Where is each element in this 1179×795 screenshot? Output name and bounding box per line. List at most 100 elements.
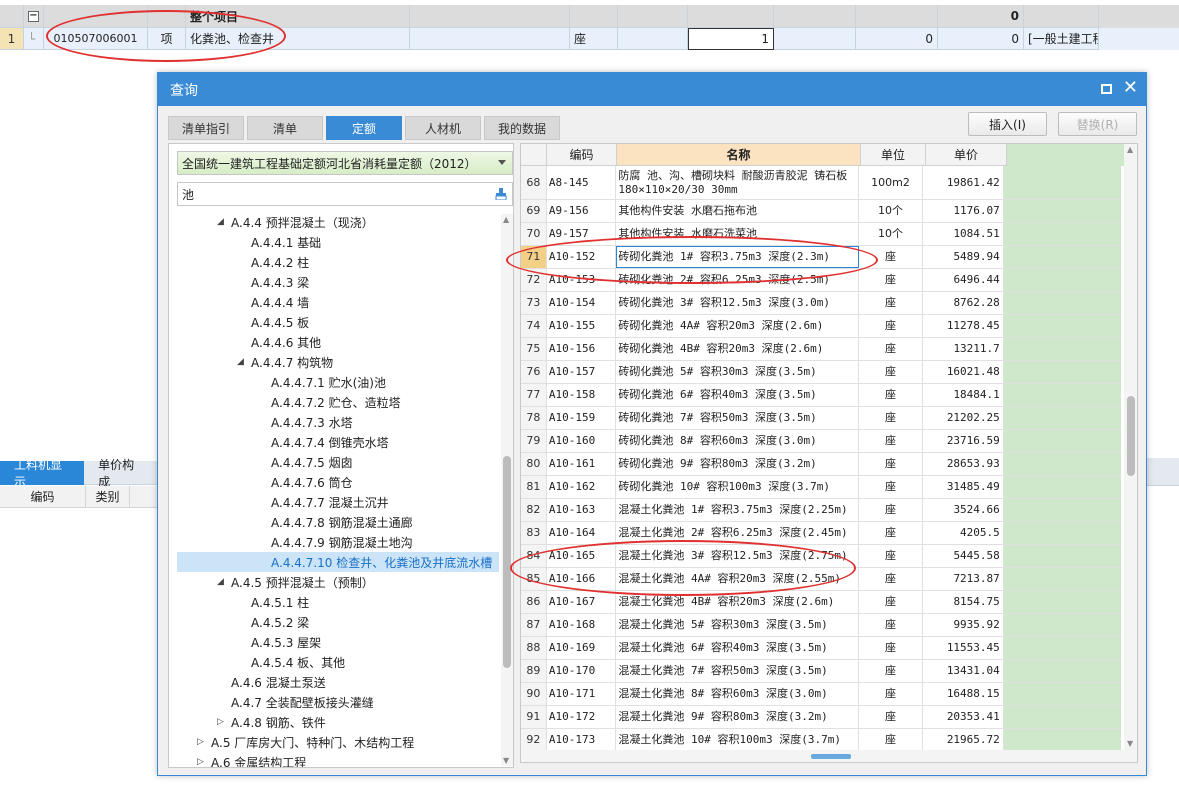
- tree-node[interactable]: A.4.4.2 柱: [169, 252, 309, 272]
- table-row[interactable]: 86 A10-167 混凝土化粪池 4B# 容积20m3 深度(2.6m) 座 8154…: [521, 591, 1121, 614]
- tree-node[interactable]: A.4.4.7.6 筒仓: [169, 472, 353, 492]
- insert-button[interactable]: 插入(I): [968, 112, 1047, 136]
- tree-node-label: A.4.4.1 基础: [251, 235, 322, 250]
- filter-brush-icon[interactable]: [495, 188, 507, 200]
- tree-node[interactable]: A.4.4.7.2 贮仓、造粒塔: [169, 392, 401, 412]
- table-row[interactable]: 85 A10-166 混凝土化粪池 4A# 容积20m3 深度(2.55m) 座 721…: [521, 568, 1121, 591]
- tree-node[interactable]: A.4.4.7.9 钢筋混凝土地沟: [169, 532, 413, 552]
- tree-node[interactable]: A.4.4.7.4 倒锥壳水塔: [169, 432, 389, 452]
- table-row[interactable]: 75 A10-156 砖砌化粪池 4B# 容积20m3 深度(2.6m) 座 13211…: [521, 338, 1121, 361]
- table-row[interactable]: 84 A10-165 混凝土化粪池 3# 容积12.5m3 深度(2.75m) 座 54…: [521, 545, 1121, 568]
- quota-price-cell: 6496.44: [923, 269, 1004, 291]
- table-row[interactable]: 77 A10-158 砖砌化粪池 6# 容积40m3 深度(3.5m) 座 18484.…: [521, 384, 1121, 407]
- tree-node[interactable]: A.4.4.5 板: [169, 312, 309, 332]
- quota-library-select[interactable]: 全国统一建筑工程基础定额河北省消耗量定额（2012）: [177, 151, 513, 175]
- expand-arrow-icon[interactable]: ▷: [197, 757, 211, 767]
- tab-list[interactable]: 清单: [247, 116, 323, 140]
- grid-scroll-thumb[interactable]: [1127, 396, 1135, 476]
- tree-node[interactable]: A.4.4.4 墙: [169, 292, 309, 312]
- maximize-icon[interactable]: [1101, 84, 1112, 94]
- tree-node[interactable]: A.4.5.3 屋架: [169, 632, 321, 652]
- expand-arrow-icon[interactable]: ▷: [217, 717, 231, 727]
- scroll-down-icon[interactable]: ▼: [1127, 739, 1133, 748]
- fill-cell: [1003, 706, 1121, 728]
- replace-button[interactable]: 替换(R): [1058, 112, 1137, 136]
- quota-name-cell: 混凝土化粪池 4B# 容积20m3 深度(2.6m): [616, 591, 859, 613]
- table-row[interactable]: 87 A10-168 混凝土化粪池 5# 容积30m3 深度(3.5m) 座 9935.…: [521, 614, 1121, 637]
- fill-cell: [1003, 614, 1121, 636]
- tree-node[interactable]: ▷ A.5 厂库房大门、特种门、木结构工程: [169, 732, 414, 752]
- collapse-arrow-icon[interactable]: ◢: [237, 357, 251, 367]
- list-item-row[interactable]: 1 └ 010507006001 项 化粪池、检查井 座 1 0 0 [一般土建…: [0, 28, 1179, 50]
- scroll-down-icon[interactable]: ▼: [503, 756, 509, 765]
- table-row[interactable]: 91 A10-172 混凝土化粪池 9# 容积80m3 深度(3.2m) 座 20353…: [521, 706, 1121, 729]
- table-row[interactable]: 90 A10-171 混凝土化粪池 8# 容积60m3 深度(3.0m) 座 16488…: [521, 683, 1121, 706]
- tab-unit-price[interactable]: 单价构成: [84, 458, 157, 489]
- collapse-arrow-icon[interactable]: ◢: [217, 577, 231, 587]
- quantity-input[interactable]: 1: [688, 28, 774, 50]
- table-row[interactable]: 69 A9-156 其他构件安装 水磨石拖布池 10个 1176.07: [521, 200, 1121, 223]
- grid-vertical-scrollbar[interactable]: ▲ ▼: [1124, 144, 1137, 762]
- tree-node[interactable]: ◢ A.4.4 预拌混凝土（现浇）: [169, 212, 374, 232]
- tree-node[interactable]: A.4.4.3 梁: [169, 272, 309, 292]
- table-row[interactable]: 76 A10-157 砖砌化粪池 5# 容积30m3 深度(3.5m) 座 16021.…: [521, 361, 1121, 384]
- tree-node[interactable]: A.4.6 混凝土泵送: [169, 672, 326, 692]
- table-row[interactable]: 71 A10-152 砖砌化粪池 1# 容积3.75m3 深度(2.3m) 座 5489…: [521, 246, 1121, 269]
- table-row[interactable]: 81 A10-162 砖砌化粪池 10# 容积100m3 深度(3.7m) 座 3148…: [521, 476, 1121, 499]
- tree-node[interactable]: A.4.4.6 其他: [169, 332, 321, 352]
- quota-name-cell: 防腐 池、沟、槽砌块料 耐酸沥青胶泥 铸石板 180×110×20/30 30m…: [616, 166, 859, 199]
- tree-node[interactable]: A.4.4.7.8 钢筋混凝土通廊: [169, 512, 413, 532]
- tree-scroll-thumb[interactable]: [503, 456, 511, 668]
- row-number: 68: [521, 166, 547, 199]
- table-row[interactable]: 70 A9-157 其他构件安装 水磨石洗菜池 10个 1084.51: [521, 223, 1121, 246]
- tree-node[interactable]: ◢ A.4.5 预拌混凝土（预制）: [169, 572, 374, 592]
- tree-node[interactable]: A.4.5.2 梁: [169, 612, 309, 632]
- table-row[interactable]: 92 A10-173 混凝土化粪池 10# 容积100m3 深度(3.7m) 座 219…: [521, 729, 1121, 752]
- tab-my-data[interactable]: 我的数据: [484, 116, 560, 140]
- tree-node[interactable]: A.4.4.7.7 混凝土沉井: [169, 492, 389, 512]
- table-row[interactable]: 79 A10-160 砖砌化粪池 8# 容积60m3 深度(3.0m) 座 23716.…: [521, 430, 1121, 453]
- collapse-icon[interactable]: −: [24, 5, 44, 28]
- table-row[interactable]: 83 A10-164 混凝土化粪池 2# 容积6.25m3 深度(2.45m) 座 42…: [521, 522, 1121, 545]
- table-row[interactable]: 80 A10-161 砖砌化粪池 9# 容积80m3 深度(3.2m) 座 28653.…: [521, 453, 1121, 476]
- tree-node[interactable]: A.4.4.7.5 烟囱: [169, 452, 353, 472]
- tree-node[interactable]: A.4.5.1 柱: [169, 592, 309, 612]
- fill-cell: [1003, 223, 1121, 245]
- search-input[interactable]: [177, 182, 513, 206]
- expand-arrow-icon[interactable]: ▷: [197, 737, 211, 747]
- tree-node[interactable]: A.4.7 全装配壁板接头灌缝: [169, 692, 374, 712]
- close-icon[interactable]: ✕: [1123, 78, 1138, 98]
- tree-node[interactable]: ▷ A.6 金属结构工程: [169, 752, 306, 768]
- tree-node[interactable]: A.4.4.7.3 水塔: [169, 412, 353, 432]
- table-row[interactable]: 82 A10-163 混凝土化粪池 1# 容积3.75m3 深度(2.25m) 座 35…: [521, 499, 1121, 522]
- quota-price-cell: 7213.87: [923, 568, 1004, 590]
- table-row[interactable]: 74 A10-155 砖砌化粪池 4A# 容积20m3 深度(2.6m) 座 11278…: [521, 315, 1121, 338]
- tab-labor-material[interactable]: 工料机显示: [0, 458, 85, 489]
- tree-node[interactable]: ◢ A.4.4.7 构筑物: [169, 352, 333, 372]
- table-row[interactable]: 78 A10-159 砖砌化粪池 7# 容积50m3 深度(3.5m) 座 21202.…: [521, 407, 1121, 430]
- grid-hscroll-thumb[interactable]: [811, 754, 851, 759]
- scroll-up-icon[interactable]: ▲: [1127, 145, 1133, 154]
- row-number: 81: [521, 476, 547, 498]
- tab-list-guide[interactable]: 清单指引: [168, 116, 244, 140]
- tab-materials[interactable]: 人材机: [405, 116, 481, 140]
- table-row[interactable]: 68 A8-145 防腐 池、沟、槽砌块料 耐酸沥青胶泥 铸石板 180×110×2…: [521, 166, 1121, 200]
- tab-quota[interactable]: 定额: [326, 116, 402, 140]
- tree-scrollbar[interactable]: ▲ ▼: [501, 214, 513, 766]
- project-total-row[interactable]: − 整个项目 0: [0, 5, 1179, 28]
- table-row[interactable]: 89 A10-170 混凝土化粪池 7# 容积50m3 深度(3.5m) 座 13431…: [521, 660, 1121, 683]
- tree-node[interactable]: A.4.4.7.10 检查井、化粪池及井底流水槽: [177, 552, 499, 572]
- tree-node[interactable]: A.4.4.7.1 贮水(油)池: [169, 372, 386, 392]
- tree-node[interactable]: ▷ A.4.8 钢筋、铁件: [169, 712, 326, 732]
- grid-horizontal-scrollbar[interactable]: [521, 750, 1124, 762]
- table-row[interactable]: 88 A10-169 混凝土化粪池 6# 容积40m3 深度(3.5m) 座 11553…: [521, 637, 1121, 660]
- tree-node[interactable]: A.4.4.1 基础: [169, 232, 321, 252]
- table-row[interactable]: 73 A10-154 砖砌化粪池 3# 容积12.5m3 深度(3.0m) 座 8762…: [521, 292, 1121, 315]
- scroll-up-icon[interactable]: ▲: [503, 215, 509, 224]
- tree-node[interactable]: A.4.5.4 板、其他: [169, 652, 345, 672]
- table-row[interactable]: 72 A10-153 砖砌化粪池 2# 容积6.25m3 深度(2.5m) 座 6496…: [521, 269, 1121, 292]
- collapse-arrow-icon[interactable]: ◢: [217, 217, 231, 227]
- expr-cell: [618, 5, 688, 28]
- code-cell: [44, 5, 148, 28]
- tree-node-label: A.4.4.7.2 贮仓、造粒塔: [271, 395, 401, 410]
